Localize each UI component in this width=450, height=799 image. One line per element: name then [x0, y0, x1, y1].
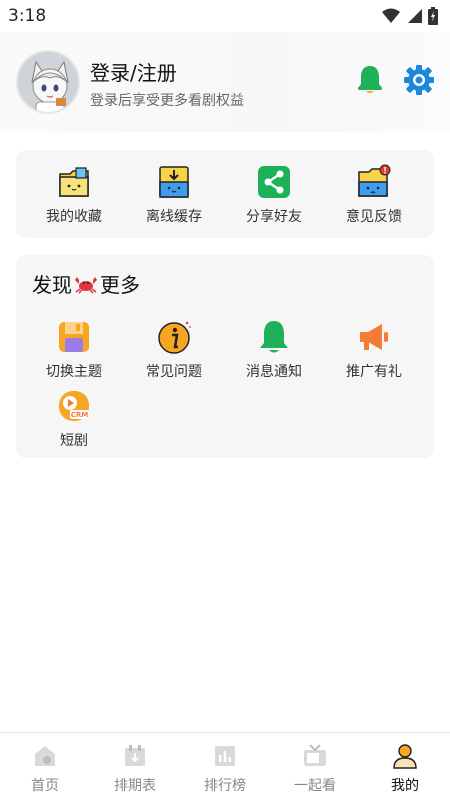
- tab-schedule[interactable]: 排期表: [90, 733, 180, 799]
- message-notify-label: 消息通知: [246, 364, 302, 380]
- avatar[interactable]: [16, 50, 80, 114]
- tab-mine[interactable]: 我的: [360, 733, 450, 799]
- theme-icon: [59, 322, 89, 352]
- tab-ranking[interactable]: 排行榜: [180, 733, 270, 799]
- status-bar: 3:18: [0, 0, 450, 32]
- share-icon: [258, 166, 290, 198]
- megaphone-icon: [360, 324, 388, 350]
- short-drama-item[interactable]: CRM 短剧: [24, 388, 124, 450]
- faq-item[interactable]: 常见问题: [124, 319, 224, 381]
- bottom-tab-bar: 首页 排期表 排行榜 一起看 我的: [0, 732, 450, 799]
- tab-home-label: 首页: [31, 778, 59, 794]
- profile-header: 登录/注册 登录后享受更多看剧权益: [0, 32, 450, 132]
- feedback-item[interactable]: 意见反馈: [324, 164, 424, 226]
- feedback-label: 意见反馈: [346, 209, 402, 225]
- offline-cache-item[interactable]: 离线缓存: [124, 164, 224, 226]
- crm-play-icon: CRM: [59, 391, 89, 421]
- bell-icon: [260, 321, 288, 353]
- download-icon: [159, 166, 189, 198]
- discover-title-right: 更多: [100, 273, 140, 297]
- login-register-link[interactable]: 登录/注册: [90, 57, 177, 86]
- promotion-label: 推广有礼: [346, 364, 402, 380]
- home-icon: [35, 746, 55, 766]
- discover-title: 发现 更多: [32, 269, 140, 298]
- discover-card: 发现 更多 切换主题 常见问题 消息通知 推广有礼 CRM 短剧: [16, 255, 434, 458]
- short-drama-label: 短剧: [60, 433, 88, 449]
- crab-icon: [75, 276, 97, 294]
- info-icon: [158, 321, 191, 354]
- calendar-icon: [125, 745, 145, 766]
- tab-schedule-label: 排期表: [114, 778, 156, 794]
- discover-title-left: 发现: [32, 273, 72, 297]
- share-friends-item[interactable]: 分享好友: [224, 164, 324, 226]
- crm-badge-text: CRM: [71, 411, 89, 419]
- share-friends-label: 分享好友: [246, 209, 302, 225]
- battery-icon: [428, 7, 438, 25]
- notification-bell-icon[interactable]: [356, 64, 384, 94]
- switch-theme-label: 切换主题: [46, 364, 102, 380]
- quick-actions-card: 我的收藏 离线缓存 分享好友 意见反馈: [16, 150, 434, 238]
- ranking-icon: [215, 746, 235, 766]
- status-time: 3:18: [8, 6, 47, 26]
- login-benefit-text: 登录后享受更多看剧权益: [90, 93, 244, 109]
- favorites-item[interactable]: 我的收藏: [24, 164, 124, 226]
- switch-theme-item[interactable]: 切换主题: [24, 319, 124, 381]
- wifi-icon: [382, 8, 400, 23]
- tab-watch-together-label: 一起看: [294, 778, 336, 794]
- status-icons: [382, 7, 438, 25]
- faq-label: 常见问题: [146, 364, 202, 380]
- cellular-icon: [408, 9, 422, 23]
- feedback-folder-icon: [358, 164, 391, 197]
- folder-star-icon: [59, 167, 89, 197]
- offline-cache-label: 离线缓存: [146, 209, 202, 225]
- promotion-item[interactable]: 推广有礼: [324, 319, 424, 381]
- favorites-label: 我的收藏: [46, 209, 102, 225]
- tv-icon: [304, 744, 326, 766]
- settings-gear-icon[interactable]: [403, 64, 435, 96]
- tab-home[interactable]: 首页: [0, 733, 90, 799]
- profile-icon: [393, 744, 417, 769]
- tab-mine-label: 我的: [391, 778, 419, 794]
- message-notify-item[interactable]: 消息通知: [224, 319, 324, 381]
- tab-ranking-label: 排行榜: [204, 778, 246, 794]
- tab-watch-together[interactable]: 一起看: [270, 733, 360, 799]
